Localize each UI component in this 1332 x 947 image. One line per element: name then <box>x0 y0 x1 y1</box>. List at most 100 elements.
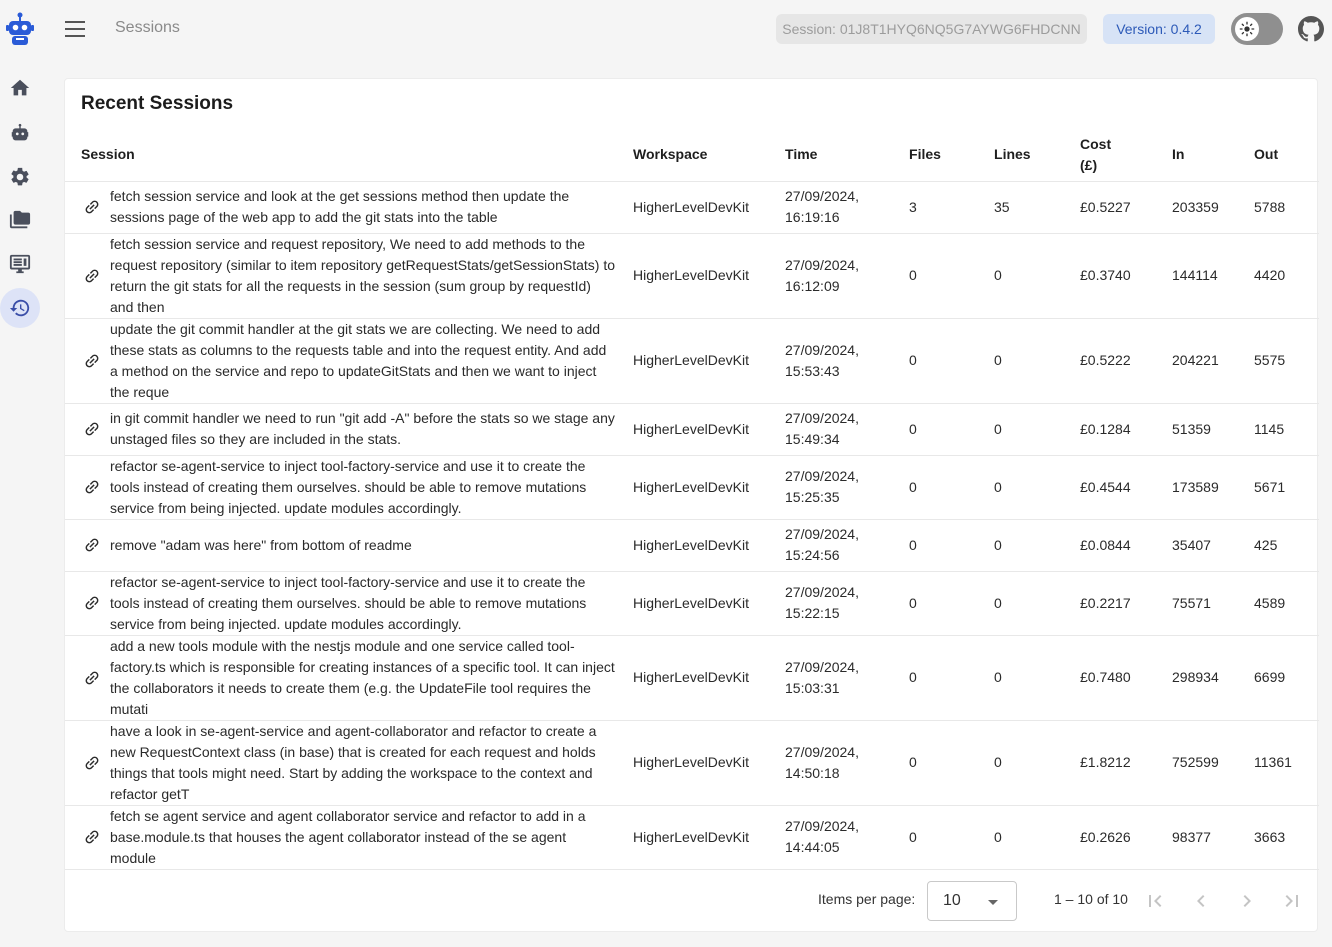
table-row[interactable]: refactor se-agent-service to inject tool… <box>65 455 1320 520</box>
session-prompt: remove "adam was here" from bottom of re… <box>110 519 634 572</box>
tokens-in-cell: 203359 <box>1172 181 1255 234</box>
nav-monitor[interactable] <box>0 244 40 284</box>
session-prompt: fetch session service and look at the ge… <box>110 181 634 234</box>
time-cell: 27/09/2024, 15:22:15 <box>785 571 910 636</box>
dropdown-arrow-icon <box>988 900 998 905</box>
tokens-out-cell: 4420 <box>1254 233 1320 319</box>
page-size-value: 10 <box>943 892 961 909</box>
session-prompt: update the git commit handler at the git… <box>110 318 634 404</box>
last-page-button[interactable] <box>1280 889 1304 913</box>
date-value: 27/09/2024, <box>785 410 859 426</box>
table-row[interactable]: fetch se agent service and agent collabo… <box>65 805 1320 870</box>
page-size-select[interactable]: 10 <box>927 881 1017 921</box>
gear-icon <box>11 167 29 186</box>
link-icon <box>85 538 98 552</box>
table-row[interactable]: fetch session service and request reposi… <box>65 233 1320 319</box>
time-cell: 27/09/2024, 16:12:09 <box>785 233 910 319</box>
table-row[interactable]: fetch session service and look at the ge… <box>65 181 1320 234</box>
tokens-out-cell: 5575 <box>1254 318 1320 404</box>
lines-cell: 0 <box>994 805 1081 870</box>
link-icon <box>85 830 98 844</box>
time-cell: 27/09/2024, 15:53:43 <box>785 318 910 404</box>
open-session-link[interactable] <box>65 267 110 285</box>
nav-agents[interactable] <box>0 113 40 153</box>
workspace-cell: HigherLevelDevKit <box>633 720 786 806</box>
files-cell: 0 <box>909 519 995 572</box>
workspace-cell: HigherLevelDevKit <box>633 233 786 319</box>
time-value: 15:22:15 <box>785 605 840 621</box>
time-value: 14:50:18 <box>785 764 840 781</box>
open-session-link[interactable] <box>65 478 110 496</box>
sessions-table: Session Workspace Time Files Lines Cost … <box>65 129 1320 870</box>
workspace-cell: HigherLevelDevKit <box>633 519 786 572</box>
open-session-link[interactable] <box>65 536 110 554</box>
tokens-in-cell: 51359 <box>1172 403 1255 456</box>
cost-cell: £0.5227 <box>1080 181 1173 234</box>
recent-sessions-card: Recent Sessions Session Workspace Time F… <box>64 78 1320 932</box>
nav-home[interactable] <box>0 68 40 108</box>
files-cell: 0 <box>909 318 995 404</box>
tokens-in-cell: 173589 <box>1172 455 1255 520</box>
date-value: 27/09/2024, <box>785 743 859 760</box>
workspace-cell: HigherLevelDevKit <box>633 181 786 234</box>
github-icon[interactable] <box>1298 16 1324 42</box>
header-workspace: Workspace <box>633 129 786 182</box>
time-cell: 27/09/2024, 15:49:34 <box>785 403 910 456</box>
table-row[interactable]: add a new tools module with the nestjs m… <box>65 635 1320 721</box>
history-icon <box>9 299 30 317</box>
date-value: 27/09/2024, <box>785 468 859 484</box>
first-page-button[interactable] <box>1143 889 1167 913</box>
session-prompt: refactor se-agent-service to inject tool… <box>110 455 634 520</box>
time-value: 15:24:56 <box>785 547 840 563</box>
menu-icon[interactable] <box>62 17 88 41</box>
date-value: 27/09/2024, <box>785 256 859 273</box>
open-session-link[interactable] <box>65 669 110 687</box>
open-session-link[interactable] <box>65 420 110 438</box>
time-cell: 27/09/2024, 15:25:35 <box>785 455 910 520</box>
tokens-out-cell: 6699 <box>1254 635 1320 721</box>
nav-workspaces[interactable] <box>0 200 40 240</box>
table-row[interactable]: have a look in se-agent-service and agen… <box>65 720 1320 806</box>
tokens-in-cell: 35407 <box>1172 519 1255 572</box>
time-cell: 27/09/2024, 14:44:05 <box>785 805 910 870</box>
open-session-link[interactable] <box>65 352 110 370</box>
workspace-cell: HigherLevelDevKit <box>633 318 786 404</box>
table-row[interactable]: remove "adam was here" from bottom of re… <box>65 519 1320 572</box>
link-icon <box>85 480 98 494</box>
prev-page-button[interactable] <box>1189 889 1213 913</box>
cost-cell: £0.2626 <box>1080 805 1173 870</box>
date-value: 27/09/2024, <box>785 584 859 600</box>
header-cost: Cost (£) <box>1080 129 1173 182</box>
open-session-link[interactable] <box>65 594 110 612</box>
open-session-link[interactable] <box>65 198 110 216</box>
tokens-out-cell: 3663 <box>1254 805 1320 870</box>
files-cell: 0 <box>909 635 995 721</box>
tokens-out-cell: 11361 <box>1254 720 1320 806</box>
chevron-left-icon <box>1197 895 1205 907</box>
lines-cell: 35 <box>994 181 1081 234</box>
session-id-chip: Session: 01J8T1HYQ6NQ5G7AYWG6FHDCNN <box>776 14 1087 44</box>
nav-history[interactable] <box>0 288 40 328</box>
time-cell: 27/09/2024, 15:24:56 <box>785 519 910 572</box>
robot-logo-icon[interactable] <box>5 12 35 46</box>
tokens-in-cell: 204221 <box>1172 318 1255 404</box>
cost-cell: £0.0844 <box>1080 519 1173 572</box>
next-page-button[interactable] <box>1235 889 1259 913</box>
open-session-link[interactable] <box>65 828 110 846</box>
time-value: 16:12:09 <box>785 277 840 294</box>
files-cell: 3 <box>909 181 995 234</box>
tokens-out-cell: 5788 <box>1254 181 1320 234</box>
monitor-icon <box>9 254 31 274</box>
nav-settings[interactable] <box>0 157 40 197</box>
cost-cell: £0.2217 <box>1080 571 1173 636</box>
table-row[interactable]: update the git commit handler at the git… <box>65 318 1320 404</box>
link-icon <box>85 269 98 282</box>
robot-icon <box>11 123 29 141</box>
session-prompt: add a new tools module with the nestjs m… <box>110 635 634 721</box>
theme-toggle[interactable] <box>1231 13 1283 45</box>
table-row[interactable]: in git commit handler we need to run "gi… <box>65 403 1320 456</box>
table-row[interactable]: refactor se-agent-service to inject tool… <box>65 571 1320 636</box>
tokens-out-cell: 4589 <box>1254 571 1320 636</box>
open-session-link[interactable] <box>65 754 110 772</box>
files-cell: 0 <box>909 233 995 319</box>
